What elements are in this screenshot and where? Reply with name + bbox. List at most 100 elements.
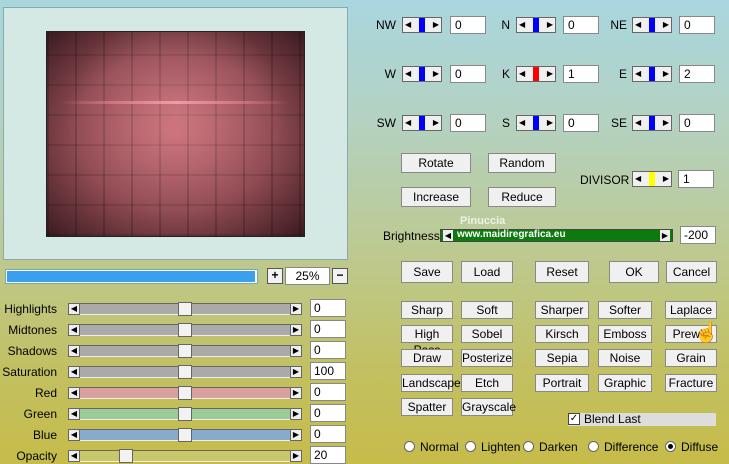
arrow-left-icon[interactable]: ◀ [405, 68, 411, 80]
preset-button-posterize[interactable]: Posterize [461, 349, 513, 367]
arrow-right-icon[interactable]: ▶ [663, 173, 669, 185]
matrix-spinner[interactable]: ◀ ▶ [516, 66, 556, 82]
preset-button-landscape[interactable]: Landscape [401, 374, 461, 392]
arrow-right-icon[interactable]: ▶ [663, 19, 669, 31]
preset-button-etch[interactable]: Etch [461, 374, 513, 392]
preset-button-spatter[interactable]: Spatter [401, 398, 453, 416]
blend-mode-radio[interactable] [665, 441, 676, 452]
arrow-left-icon[interactable]: ◀ [68, 408, 80, 420]
arrow-right-icon[interactable]: ▶ [433, 117, 439, 129]
arrow-right-icon[interactable]: ▶ [290, 324, 302, 336]
matrix-value-field[interactable]: 0 [563, 16, 599, 34]
blend-mode-radio[interactable] [523, 441, 534, 452]
slider-thumb[interactable] [119, 449, 133, 463]
arrow-right-icon[interactable]: ▶ [290, 450, 302, 462]
preset-button-sharp[interactable]: Sharp [401, 301, 453, 319]
blend-last-checkbox[interactable]: ✓ [568, 413, 580, 425]
save-button[interactable]: Save [401, 261, 453, 283]
arrow-right-icon[interactable]: ▶ [433, 19, 439, 31]
arrow-right-icon[interactable]: ▶ [547, 117, 553, 129]
arrow-right-icon[interactable]: ▶ [663, 68, 669, 80]
arrow-left-icon[interactable]: ◀ [405, 19, 411, 31]
arrow-left-icon[interactable]: ◀ [519, 68, 525, 80]
divisor-spinner[interactable]: ◀ ▶ [632, 171, 672, 187]
matrix-value-field[interactable]: 0 [679, 114, 715, 132]
preset-button-emboss[interactable]: Emboss [598, 325, 652, 343]
matrix-spinner[interactable]: ◀ ▶ [402, 17, 442, 33]
preset-button-kirsch[interactable]: Kirsch [535, 325, 589, 343]
matrix-spinner[interactable]: ◀ ▶ [516, 115, 556, 131]
reset-button[interactable]: Reset [535, 261, 589, 283]
arrow-right-icon[interactable]: ▶ [290, 429, 302, 441]
slider-value-field[interactable]: 100 [310, 362, 346, 380]
arrow-left-icon[interactable]: ◀ [443, 230, 453, 241]
slider-thumb[interactable] [178, 386, 192, 400]
slider-value-field[interactable]: 0 [310, 299, 346, 317]
arrow-right-icon[interactable]: ▶ [547, 19, 553, 31]
arrow-left-icon[interactable]: ◀ [68, 450, 80, 462]
random-button[interactable]: Random [488, 153, 556, 173]
slider-value-field[interactable]: 0 [310, 383, 346, 401]
arrow-left-icon[interactable]: ◀ [519, 117, 525, 129]
matrix-value-field[interactable]: 2 [679, 65, 715, 83]
arrow-left-icon[interactable]: ◀ [68, 345, 80, 357]
preset-button-laplace[interactable]: Laplace [665, 301, 717, 319]
increase-button[interactable]: Increase [401, 187, 471, 207]
preset-button-sepia[interactable]: Sepia [535, 349, 589, 367]
zoom-out-button[interactable]: − [332, 268, 348, 284]
arrow-left-icon[interactable]: ◀ [68, 366, 80, 378]
arrow-right-icon[interactable]: ▶ [290, 366, 302, 378]
arrow-left-icon[interactable]: ◀ [519, 19, 525, 31]
matrix-value-field[interactable]: 0 [679, 16, 715, 34]
preset-button-soft[interactable]: Soft [461, 301, 513, 319]
arrow-left-icon[interactable]: ◀ [68, 387, 80, 399]
preset-button-draw[interactable]: Draw [401, 349, 453, 367]
arrow-left-icon[interactable]: ◀ [635, 68, 641, 80]
load-button[interactable]: Load [461, 261, 513, 283]
arrow-left-icon[interactable]: ◀ [68, 303, 80, 315]
slider-thumb[interactable] [178, 407, 192, 421]
brightness-slider[interactable]: ◀ www.maidiregrafica.eu ▶ [440, 229, 673, 242]
divisor-field[interactable]: 1 [678, 170, 714, 188]
arrow-left-icon[interactable]: ◀ [635, 19, 641, 31]
matrix-value-field[interactable]: 1 [563, 65, 599, 83]
arrow-right-icon[interactable]: ▶ [290, 303, 302, 315]
slider-thumb[interactable] [178, 428, 192, 442]
matrix-spinner[interactable]: ◀ ▶ [632, 17, 672, 33]
arrow-left-icon[interactable]: ◀ [635, 117, 641, 129]
slider-thumb[interactable] [178, 302, 192, 316]
slider-value-field[interactable]: 0 [310, 404, 346, 422]
slider-value-field[interactable]: 20 [310, 446, 346, 464]
arrow-right-icon[interactable]: ▶ [290, 387, 302, 399]
arrow-left-icon[interactable]: ◀ [635, 173, 641, 185]
arrow-right-icon[interactable]: ▶ [290, 345, 302, 357]
slider-thumb[interactable] [178, 344, 192, 358]
preset-button-graphic[interactable]: Graphic [598, 374, 652, 392]
arrow-right-icon[interactable]: ▶ [660, 230, 670, 241]
blend-mode-radio[interactable] [404, 441, 415, 452]
slider-thumb[interactable] [178, 365, 192, 379]
preset-button-portrait[interactable]: Portrait [535, 374, 589, 392]
matrix-spinner[interactable]: ◀ ▶ [632, 115, 672, 131]
slider-value-field[interactable]: 0 [310, 425, 346, 443]
blend-mode-radio[interactable] [465, 441, 476, 452]
matrix-spinner[interactable]: ◀ ▶ [516, 17, 556, 33]
preset-button-sobel[interactable]: Sobel [461, 325, 513, 343]
arrow-left-icon[interactable]: ◀ [68, 429, 80, 441]
arrow-right-icon[interactable]: ▶ [433, 68, 439, 80]
preset-button-high-pass[interactable]: High Pass [401, 325, 453, 357]
brightness-field[interactable]: -200 [680, 226, 716, 244]
preset-button-noise[interactable]: Noise [598, 349, 652, 367]
preset-button-grain[interactable]: Grain [665, 349, 717, 367]
arrow-right-icon[interactable]: ▶ [547, 68, 553, 80]
matrix-value-field[interactable]: 0 [563, 114, 599, 132]
reduce-button[interactable]: Reduce [488, 187, 556, 207]
preset-button-fracture[interactable]: Fracture [665, 374, 717, 392]
preset-button-softer[interactable]: Softer [598, 301, 652, 319]
matrix-spinner[interactable]: ◀ ▶ [632, 66, 672, 82]
matrix-spinner[interactable]: ◀ ▶ [402, 115, 442, 131]
rotate-button[interactable]: Rotate [401, 153, 471, 173]
cancel-button[interactable]: Cancel [666, 261, 717, 283]
blend-mode-radio[interactable] [588, 441, 599, 452]
arrow-right-icon[interactable]: ▶ [663, 117, 669, 129]
